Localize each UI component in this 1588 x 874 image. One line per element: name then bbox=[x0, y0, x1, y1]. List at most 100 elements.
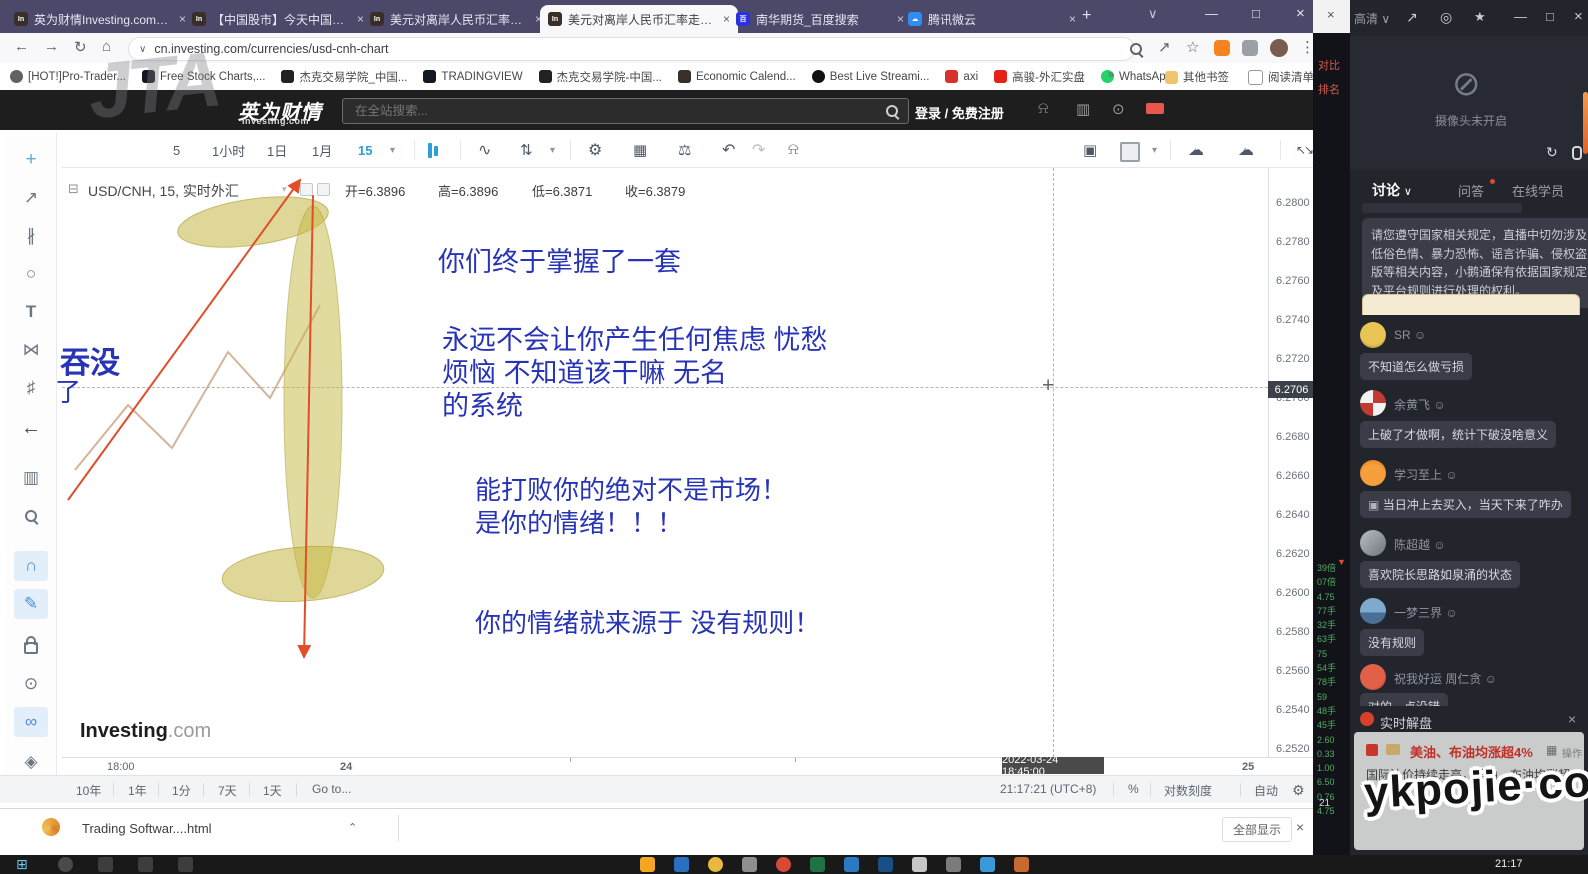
taskbar-app-icon[interactable] bbox=[98, 857, 113, 872]
tab-discussion[interactable]: 讨论 ∨ bbox=[1372, 180, 1412, 200]
forward-icon[interactable]: → bbox=[44, 38, 59, 55]
bookmark-item[interactable]: Best Live Streami... bbox=[812, 70, 930, 83]
taskbar-app-icon[interactable] bbox=[946, 857, 961, 872]
taskbar-app-icon[interactable] bbox=[844, 857, 859, 872]
tab-online-students[interactable]: 在线学员 bbox=[1512, 181, 1564, 200]
auto-scale-button[interactable]: 自动 bbox=[1254, 782, 1278, 799]
taskbar-app-icon[interactable] bbox=[980, 857, 995, 872]
bar-pattern-tool-icon[interactable]: ▥ bbox=[14, 463, 48, 493]
reading-list-button[interactable]: 阅读清单 bbox=[1248, 69, 1314, 85]
range-1d-button[interactable]: 1天 bbox=[263, 782, 282, 799]
notifications-bell-icon[interactable]: ⍾ bbox=[1038, 100, 1049, 118]
browser-tab-6[interactable]: ☁ 腾讯微云 × bbox=[900, 5, 1084, 33]
fib-tool-icon[interactable]: ∦ bbox=[14, 221, 48, 251]
layout-square-icon[interactable] bbox=[1120, 142, 1140, 162]
site-search-box[interactable] bbox=[342, 98, 909, 124]
back-icon[interactable]: ← bbox=[14, 38, 29, 55]
tab-qa[interactable]: 问答 bbox=[1458, 181, 1484, 200]
taskbar-app-icon[interactable] bbox=[178, 857, 193, 872]
tab-close-icon[interactable]: × bbox=[1069, 12, 1076, 26]
window-minimize-button[interactable]: — bbox=[1205, 6, 1218, 21]
taskbar-app-icon[interactable] bbox=[674, 857, 689, 872]
bookmark-item[interactable]: Economic Calend... bbox=[678, 70, 796, 83]
compare-dropdown-icon[interactable]: ▾ bbox=[542, 137, 563, 163]
recent-clock-icon[interactable]: ⊙ bbox=[1112, 100, 1125, 118]
panel-pin-icon[interactable]: ★ bbox=[1474, 9, 1486, 25]
taskbar-app-icon[interactable] bbox=[1014, 857, 1029, 872]
zoom-page-icon[interactable] bbox=[1130, 43, 1142, 55]
bookmark-item[interactable]: Free Stock Charts,... bbox=[142, 70, 265, 83]
share-icon[interactable]: ↗ bbox=[1158, 38, 1171, 56]
panel-maximize-icon[interactable]: □ bbox=[1546, 9, 1554, 24]
range-10y-button[interactable]: 10年 bbox=[76, 782, 101, 799]
browser-tab-2[interactable]: In 【中国股市】今天中国股票... × bbox=[184, 5, 372, 33]
bookmark-item[interactable]: 杰克交易学院-中国... bbox=[539, 69, 662, 85]
panel-record-icon[interactable]: ◎ bbox=[1440, 9, 1452, 26]
undo-icon[interactable]: ↶ bbox=[714, 137, 743, 163]
range-1y-button[interactable]: 1年 bbox=[128, 782, 147, 799]
zoom-in-tool-icon[interactable] bbox=[14, 501, 48, 531]
download-caret-icon[interactable]: ⌃ bbox=[348, 821, 357, 834]
clock-utc-label[interactable]: 21:17:21 (UTC+8) bbox=[1000, 782, 1096, 796]
taskbar-app-icon[interactable] bbox=[742, 857, 757, 872]
bookmark-item[interactable]: axi bbox=[945, 70, 978, 83]
background-window-close-icon[interactable]: × bbox=[1327, 7, 1335, 22]
taskbar-clock[interactable]: 21:17 bbox=[1495, 858, 1523, 870]
legend-bar-change-icon[interactable] bbox=[317, 183, 330, 196]
taskbar-app-icon[interactable] bbox=[640, 857, 655, 872]
collapse-legend-icon[interactable]: ⊟ bbox=[68, 181, 79, 197]
browser-tab-4-active[interactable]: In 美元对离岸人民币汇率走势... × bbox=[540, 5, 738, 33]
cloud-load-icon[interactable]: ☁↓ bbox=[1180, 137, 1206, 163]
footer-gear-icon[interactable]: ⚙ bbox=[1292, 782, 1305, 799]
browser-tab-5[interactable]: 百 南华期货_百度搜索 × bbox=[728, 5, 912, 33]
browser-tab-1[interactable]: In 英为财情Investing.com_全... × bbox=[6, 5, 194, 33]
magnet-tool-icon[interactable]: ∩ bbox=[14, 551, 48, 581]
login-register-link[interactable]: 登录 / 免费注册 bbox=[915, 103, 1004, 122]
bookmark-item[interactable]: 高骏-外汇实盘 bbox=[994, 69, 1085, 85]
bookmark-item[interactable]: [HOT!]Pro-Trader... bbox=[10, 70, 126, 83]
taskbar-app-icon[interactable] bbox=[878, 857, 893, 872]
avatar[interactable] bbox=[1360, 664, 1386, 690]
snapshot-camera-icon[interactable]: ▣ bbox=[1075, 137, 1105, 163]
avatar[interactable] bbox=[1360, 460, 1386, 486]
avatar[interactable] bbox=[1360, 530, 1386, 556]
line-chart-icon[interactable]: ∿ bbox=[470, 137, 499, 163]
text-tool-icon[interactable]: T bbox=[14, 297, 48, 327]
timeframe-1d[interactable]: 1日 bbox=[259, 137, 295, 163]
timeframe-1mo[interactable]: 1月 bbox=[304, 137, 340, 163]
avatar[interactable] bbox=[1360, 390, 1386, 416]
reload-icon[interactable]: ↻ bbox=[74, 38, 87, 56]
trendline-tool-icon[interactable]: ↗ bbox=[14, 183, 48, 213]
alert-bell-icon[interactable]: ⍾ bbox=[780, 137, 807, 163]
portfolio-briefcase-icon[interactable]: ▥ bbox=[1076, 100, 1090, 118]
profile-avatar[interactable] bbox=[1270, 39, 1288, 57]
cloud-save-icon[interactable]: ☁↑ bbox=[1230, 137, 1256, 163]
candlestick-chart-icon[interactable] bbox=[428, 143, 438, 158]
avatar[interactable] bbox=[1360, 598, 1386, 624]
panel-minimize-icon[interactable]: — bbox=[1514, 9, 1527, 24]
new-tab-button[interactable]: + bbox=[1082, 7, 1091, 25]
window-close-button[interactable]: × bbox=[1296, 5, 1305, 22]
tab-search-chevron[interactable]: ∨ bbox=[1148, 6, 1158, 22]
avatar[interactable] bbox=[1360, 322, 1386, 348]
percent-scale-button[interactable]: % bbox=[1128, 782, 1139, 796]
lock-drawings-icon[interactable] bbox=[14, 629, 48, 659]
indicators-icon[interactable]: ▦ bbox=[625, 137, 655, 163]
bookmark-item[interactable]: TRADINGVIEW bbox=[423, 70, 522, 83]
timeframe-dropdown-icon[interactable]: ▾ bbox=[382, 137, 403, 163]
microphone-icon[interactable] bbox=[1572, 146, 1582, 160]
taskbar-app-icon[interactable] bbox=[810, 857, 825, 872]
time-axis[interactable]: 18:00 24 25 bbox=[62, 757, 1314, 776]
layout-dropdown-icon[interactable]: ▾ bbox=[1144, 137, 1165, 163]
bookmarks-overflow-icon[interactable]: » bbox=[1108, 69, 1114, 81]
timeframe-15-active[interactable]: 15 bbox=[350, 137, 380, 163]
omnibox[interactable]: ∨ bbox=[128, 37, 1135, 61]
panel-close-icon[interactable]: × bbox=[1574, 8, 1583, 25]
url-input[interactable] bbox=[152, 41, 1124, 57]
xabcd-pattern-tool-icon[interactable]: ⋈ bbox=[14, 335, 48, 365]
home-icon[interactable]: ⌂ bbox=[102, 38, 111, 55]
news-title[interactable]: 美油、布油均涨超4% bbox=[1410, 742, 1533, 761]
shape-ellipse-tool-icon[interactable]: ○ bbox=[14, 259, 48, 289]
windows-start-icon[interactable]: ⊞ bbox=[16, 856, 28, 873]
stream-quality-button[interactable]: 高清 ∨ bbox=[1354, 10, 1390, 27]
